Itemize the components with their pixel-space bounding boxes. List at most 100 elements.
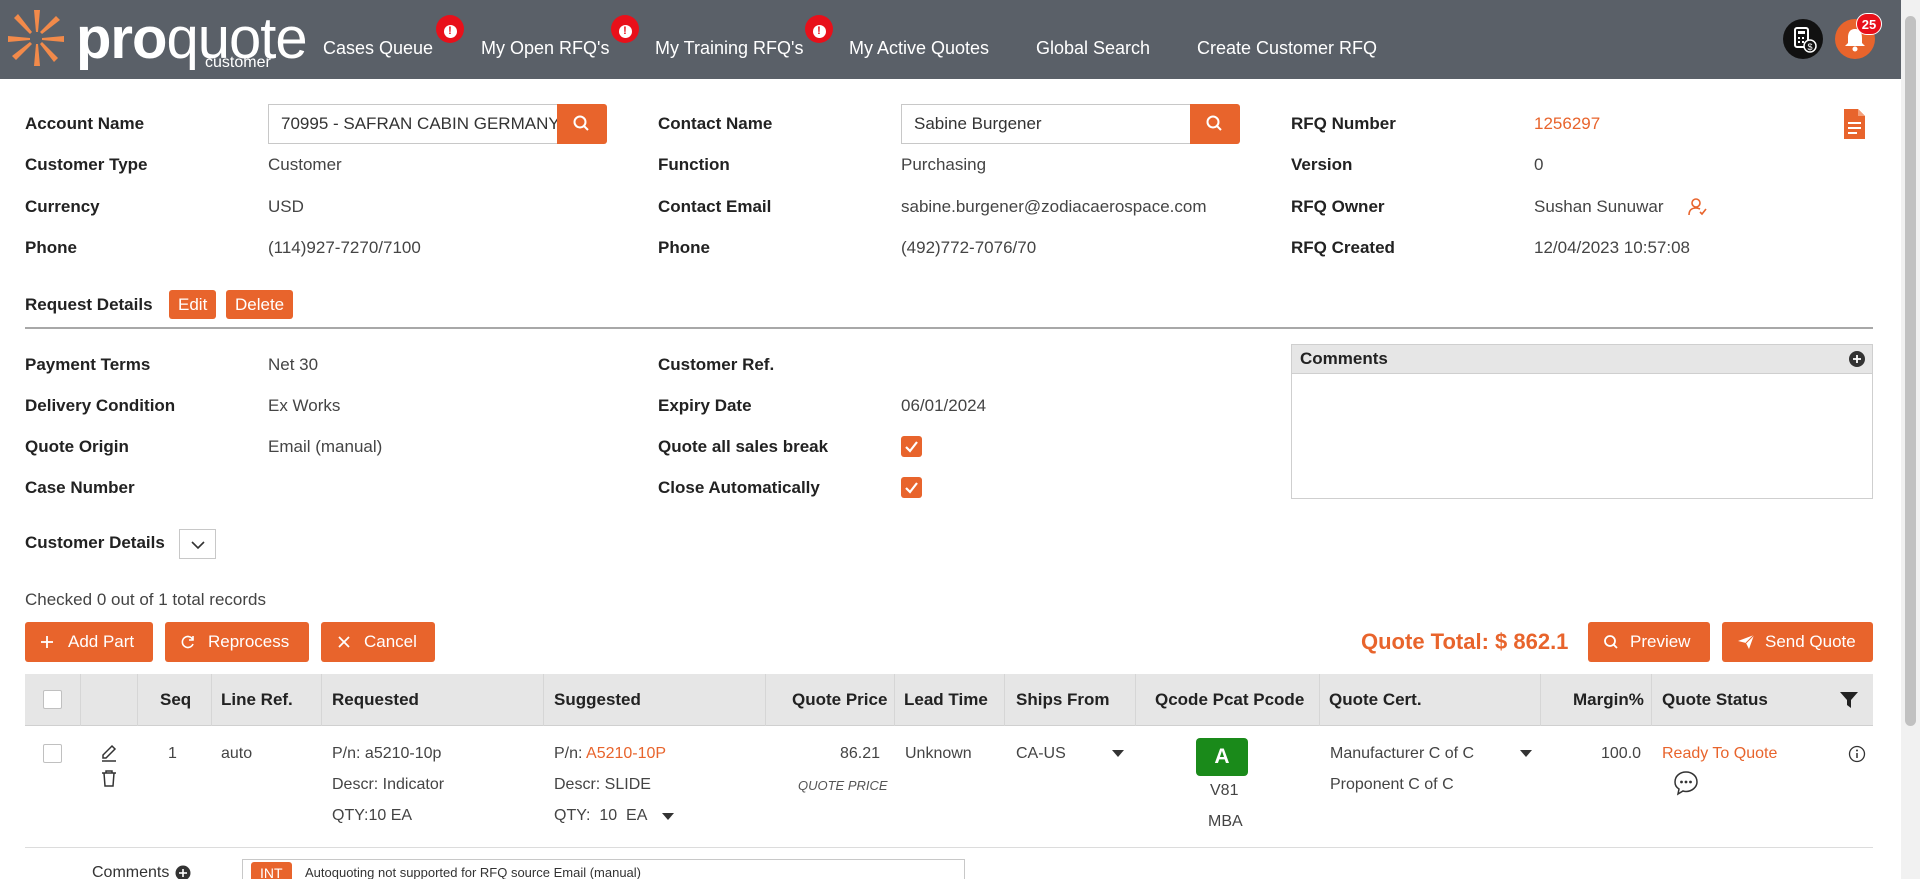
customer-details-toggle[interactable] [179, 529, 216, 559]
nav-cases-queue[interactable]: Cases Queue [323, 38, 433, 59]
col-qcode-pcat-pcode[interactable]: Qcode Pcat Pcode [1155, 674, 1304, 726]
logo-subtitle: customer [205, 54, 271, 71]
col-ships-from[interactable]: Ships From [1016, 674, 1110, 726]
quote-price-note: QUOTE PRICE [798, 778, 888, 793]
customer-type-value: Customer [268, 155, 342, 174]
select-all-checkbox[interactable] [43, 690, 62, 709]
suggested-qty-select[interactable]: QTY: 10 EA [554, 807, 647, 825]
chat-bubble-icon[interactable] [1673, 770, 1699, 796]
function-value: Purchasing [901, 155, 987, 174]
proquote-starburst-icon [8, 10, 64, 66]
rfq-number-value[interactable]: 1256297 [1534, 114, 1600, 134]
account-name-input[interactable]: 70995 - SAFRAN CABIN GERMANY [268, 104, 558, 144]
proquote-logo[interactable]: proquote customer [4, 4, 308, 74]
function-label: Function [658, 155, 730, 174]
top-navigation-bar: proquote customer Cases Queue ! My Open … [0, 0, 1920, 79]
row-comments-label: Comments [92, 864, 170, 879]
preview-button[interactable]: Preview [1588, 622, 1710, 662]
records-summary: Checked 0 out of 1 total records [25, 590, 266, 609]
svg-text:$: $ [1807, 42, 1812, 52]
user-assign-icon[interactable] [1687, 197, 1707, 217]
add-comment-icon[interactable] [1848, 350, 1866, 368]
suggested-pn-link[interactable]: A5210-10P [586, 745, 666, 762]
rfq-created-value: 12/04/2023 10:57:08 [1534, 238, 1690, 257]
check-icon [905, 441, 918, 453]
nav-my-open-rfqs[interactable]: My Open RFQ's [481, 38, 609, 59]
nav-create-customer-rfq[interactable]: Create Customer RFQ [1197, 38, 1377, 59]
page-scrollbar[interactable] [1901, 0, 1920, 879]
ships-from-select[interactable]: CA-US [1016, 745, 1066, 763]
calculator-dollar-icon[interactable]: $ [1783, 19, 1823, 59]
search-icon [1604, 635, 1618, 649]
delivery-condition-label: Delivery Condition [25, 396, 176, 415]
search-icon [1206, 115, 1222, 131]
col-seq[interactable]: Seq [160, 674, 191, 726]
col-quote-cert[interactable]: Quote Cert. [1329, 674, 1422, 726]
col-margin[interactable]: Margin% [1573, 674, 1644, 726]
edit-button[interactable]: Edit [169, 290, 217, 319]
col-requested[interactable]: Requested [332, 674, 419, 726]
quote-cert-caret-icon[interactable] [1520, 750, 1532, 757]
filter-icon[interactable] [1839, 690, 1859, 710]
account-name-label: Account Name [25, 114, 145, 133]
close-icon [338, 636, 350, 648]
customer-ref-label: Customer Ref. [658, 355, 775, 374]
logo-wordmark: proquote [76, 10, 308, 68]
quote-all-sales-break-checkbox[interactable] [901, 436, 922, 457]
quote-cert-1[interactable]: Manufacturer C of C [1330, 745, 1474, 763]
col-quote-price[interactable]: Quote Price [792, 674, 887, 726]
document-icon[interactable] [1842, 108, 1866, 140]
edit-pencil-icon[interactable] [100, 744, 118, 762]
requested-qty: QTY:10 EA [332, 807, 413, 824]
alert-badge-icon: ! [436, 15, 464, 43]
send-quote-button[interactable]: Send Quote [1722, 622, 1873, 662]
reprocess-button[interactable]: Reprocess [165, 622, 309, 662]
add-row-comment-icon[interactable] [175, 865, 191, 879]
currency-value: USD [268, 197, 304, 216]
delivery-condition-value: Ex Works [268, 396, 341, 415]
currency-label: Currency [25, 197, 100, 216]
quote-cert-2: Proponent C of C [1330, 776, 1454, 793]
payment-terms-label: Payment Terms [25, 355, 151, 374]
add-part-button[interactable]: Add Part [25, 622, 153, 662]
nav-my-training-rfqs[interactable]: My Training RFQ's [655, 38, 803, 59]
paper-plane-icon [1738, 634, 1755, 649]
nav-global-search[interactable]: Global Search [1036, 38, 1150, 59]
expiry-date-label: Expiry Date [658, 396, 752, 415]
suggested-descr: Descr: SLIDE [554, 776, 651, 793]
scrollbar-thumb[interactable] [1905, 16, 1916, 726]
col-suggested[interactable]: Suggested [554, 674, 641, 726]
chevron-down-icon [191, 541, 205, 550]
col-lead-time[interactable]: Lead Time [904, 674, 988, 726]
col-line-ref[interactable]: Line Ref. [221, 674, 293, 726]
col-quote-status[interactable]: Quote Status [1662, 674, 1768, 726]
info-icon[interactable] [1848, 745, 1866, 763]
ships-from-caret-icon[interactable] [1112, 750, 1124, 757]
close-automatically-checkbox[interactable] [901, 477, 922, 498]
account-phone-value: (114)927-7270/7100 [268, 238, 421, 257]
cancel-label: Cancel [364, 632, 417, 651]
rfq-created-label: RFQ Created [1291, 238, 1395, 257]
contact-search-button[interactable] [1190, 104, 1240, 144]
row-select-checkbox[interactable] [43, 744, 62, 763]
rfq-owner-value: Sushan Sunuwar [1534, 197, 1664, 216]
search-icon [573, 115, 589, 131]
pcat-value: V81 [1210, 782, 1239, 799]
cancel-button[interactable]: Cancel [321, 622, 435, 662]
comments-panel: Comments [1291, 344, 1873, 499]
lead-time-value: Unknown [905, 745, 972, 762]
quote-status-value[interactable]: Ready To Quote [1662, 745, 1777, 763]
contact-name-input[interactable]: Sabine Burgener [901, 104, 1191, 144]
quote-price-value: 86.21 [840, 745, 881, 762]
account-search-button[interactable] [557, 104, 607, 144]
trash-icon[interactable] [100, 769, 118, 787]
quote-all-sales-break-label: Quote all sales break [658, 437, 829, 456]
qcode-badge: A [1196, 738, 1248, 776]
qty-dropdown-caret-icon[interactable] [662, 813, 674, 820]
rfq-owner-label: RFQ Owner [1291, 197, 1385, 216]
nav-my-active-quotes[interactable]: My Active Quotes [849, 38, 989, 59]
quote-total: Quote Total: $ 862.1 [1361, 629, 1569, 654]
version-label: Version [1291, 155, 1353, 174]
delete-button[interactable]: Delete [226, 290, 294, 319]
account-phone-label: Phone [25, 238, 77, 257]
